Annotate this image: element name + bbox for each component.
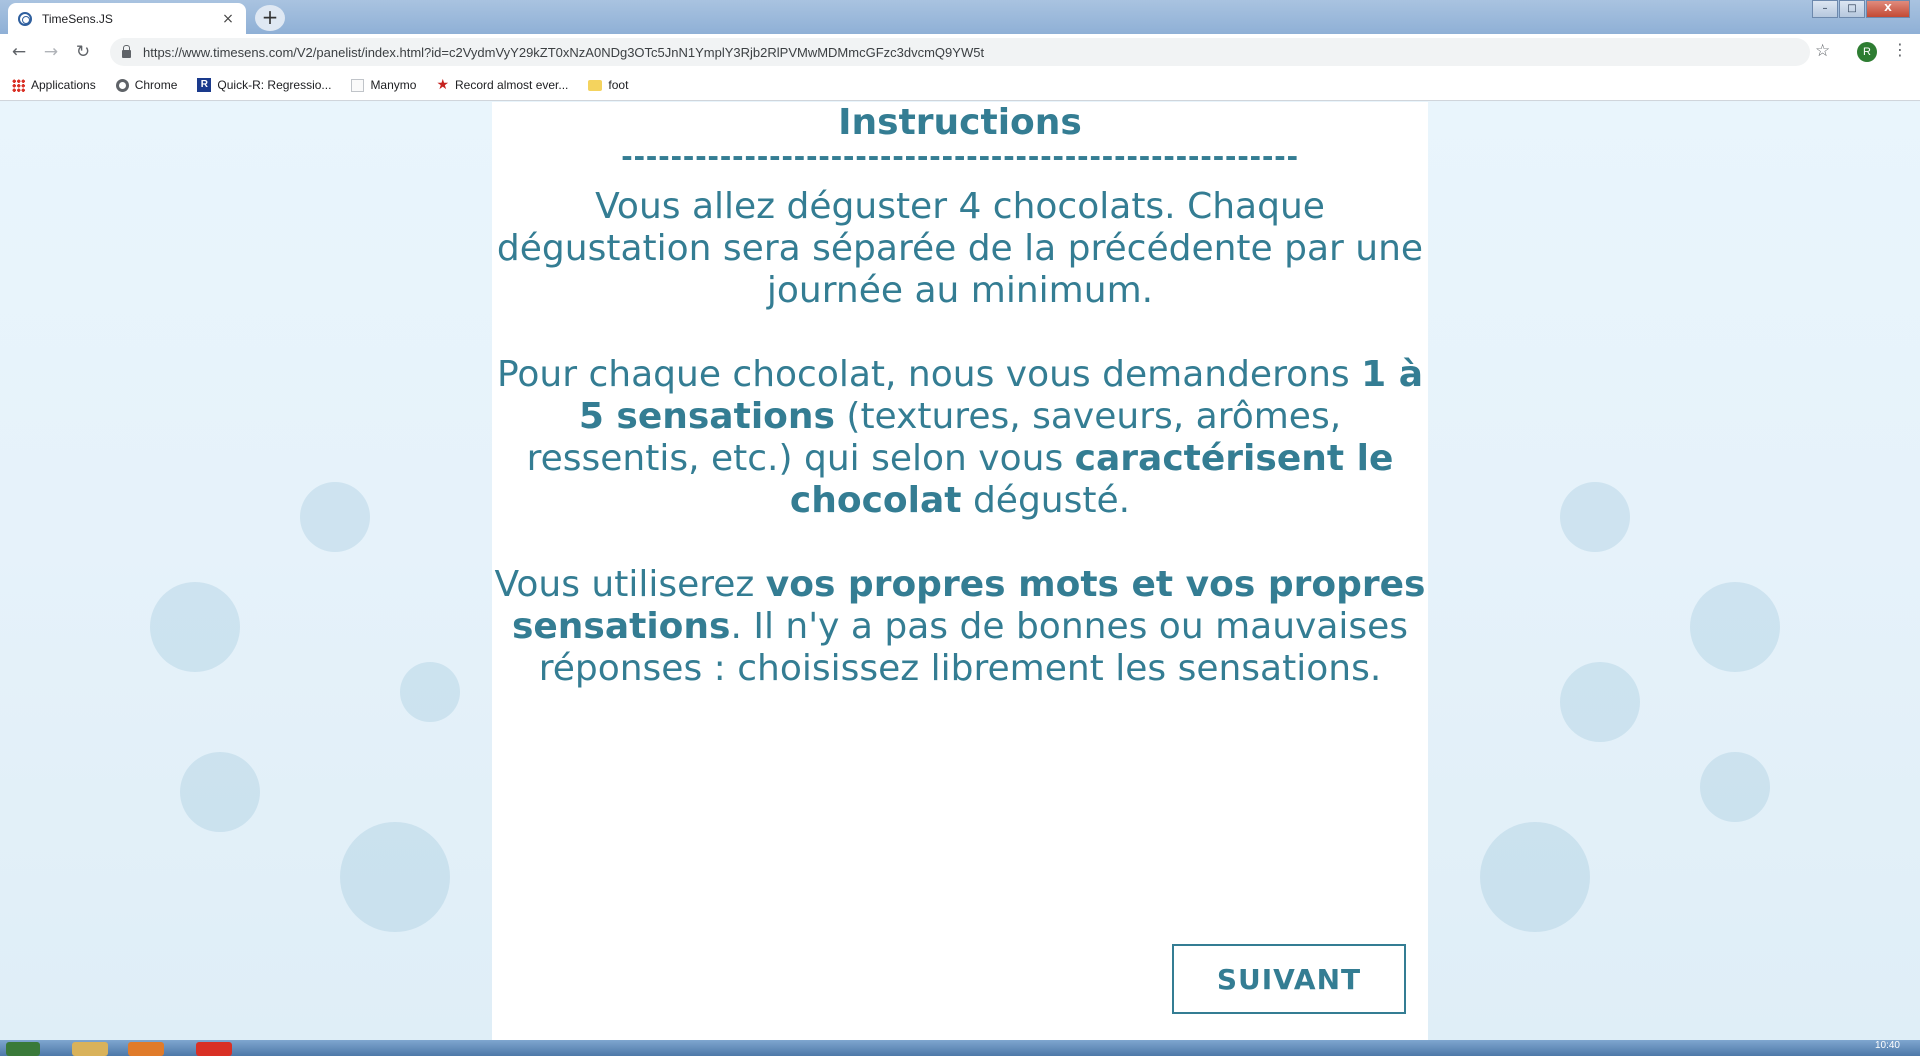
- bookmark-applications[interactable]: Applications: [12, 78, 96, 92]
- minimize-button[interactable]: –: [1812, 0, 1838, 18]
- profile-avatar[interactable]: R: [1857, 42, 1877, 62]
- bookmarks-bar: Applications Chrome R Quick-R: Regressio…: [0, 70, 1920, 101]
- browser-tab[interactable]: TimeSens.JS ×: [8, 3, 246, 34]
- browser-toolbar: ← → ↻ https://www.timesens.com/V2/paneli…: [0, 34, 1920, 70]
- bookmark-label: foot: [608, 78, 629, 92]
- paragraph-text: Vous utiliserez: [494, 564, 766, 605]
- background-decoration: [1480, 822, 1590, 932]
- url-text[interactable]: https://www.timesens.com/V2/panelist/ind…: [143, 45, 984, 60]
- os-taskbar: 10:40: [0, 1040, 1920, 1056]
- background-decoration: [180, 752, 260, 832]
- new-tab-button[interactable]: +: [255, 5, 285, 31]
- maximize-button[interactable]: □: [1839, 0, 1865, 18]
- browser-titlebar: TimeSens.JS × + – □ X: [0, 0, 1920, 34]
- bookmark-star-icon[interactable]: ☆: [1815, 41, 1830, 61]
- taskbar-clock: 10:40: [1874, 1040, 1900, 1051]
- instruction-paragraph-1: Vous allez déguster 4 chocolats. Chaque …: [496, 186, 1424, 311]
- start-button[interactable]: [6, 1042, 40, 1056]
- bookmark-label: Record almost ever...: [455, 78, 569, 92]
- close-window-button[interactable]: X: [1866, 0, 1910, 18]
- paragraph-text: Pour chaque chocolat, nous vous demander…: [496, 354, 1362, 395]
- app-taskbar-icon[interactable]: [128, 1042, 164, 1056]
- chrome-icon: [115, 78, 129, 92]
- background-decoration: [300, 482, 370, 552]
- lock-icon: [122, 44, 131, 58]
- background-decoration: [1560, 662, 1640, 742]
- background-decoration: [150, 582, 240, 672]
- background-decoration: [400, 662, 460, 722]
- tab-close-icon[interactable]: ×: [220, 11, 236, 27]
- apps-grid-icon: [12, 78, 25, 92]
- background-decoration: [1560, 482, 1630, 552]
- chrome-taskbar-icon[interactable]: [196, 1042, 232, 1056]
- background-decoration: [1700, 752, 1770, 822]
- bookmark-manymo[interactable]: Manymo: [351, 78, 416, 92]
- instruction-paragraph-2: Pour chaque chocolat, nous vous demander…: [492, 354, 1428, 522]
- next-button[interactable]: SUIVANT: [1172, 944, 1406, 1014]
- bookmark-record[interactable]: ★ Record almost ever...: [436, 78, 568, 92]
- bookmark-quick-r[interactable]: R Quick-R: Regressio...: [197, 78, 331, 92]
- tab-title: TimeSens.JS: [42, 11, 113, 26]
- paragraph-text: dégusté.: [961, 480, 1131, 521]
- r-logo-icon: R: [197, 78, 212, 92]
- bookmark-label: Chrome: [134, 78, 178, 92]
- background-decoration: [340, 822, 450, 932]
- title-separator: ----------------------------------------…: [621, 140, 1299, 173]
- explorer-taskbar-icon[interactable]: [72, 1042, 108, 1056]
- bookmark-label: Applications: [31, 78, 96, 92]
- forward-icon[interactable]: →: [38, 39, 64, 65]
- page-title: Instructions: [838, 102, 1082, 143]
- browser-menu-icon[interactable]: ⋮: [1892, 40, 1908, 59]
- reload-icon[interactable]: ↻: [70, 39, 96, 65]
- page-viewport: Instructions ---------------------------…: [0, 102, 1920, 1040]
- background-decoration: [1690, 582, 1780, 672]
- blank-page-icon: [351, 78, 365, 92]
- instruction-paragraph-3: Vous utiliserez vos propres mots et vos …: [492, 564, 1428, 690]
- star-bookmark-icon: ★: [436, 77, 450, 93]
- bookmark-label: Manymo: [370, 78, 417, 92]
- address-bar[interactable]: https://www.timesens.com/V2/panelist/ind…: [110, 38, 1810, 66]
- folder-icon: [588, 79, 603, 91]
- back-icon[interactable]: ←: [6, 39, 32, 65]
- instructions-card: Instructions ---------------------------…: [492, 102, 1428, 1040]
- bookmark-chrome[interactable]: Chrome: [115, 78, 178, 92]
- timesens-favicon-icon: [18, 11, 32, 26]
- bookmark-foot[interactable]: foot: [588, 78, 628, 92]
- bookmark-label: Quick-R: Regressio...: [217, 78, 332, 92]
